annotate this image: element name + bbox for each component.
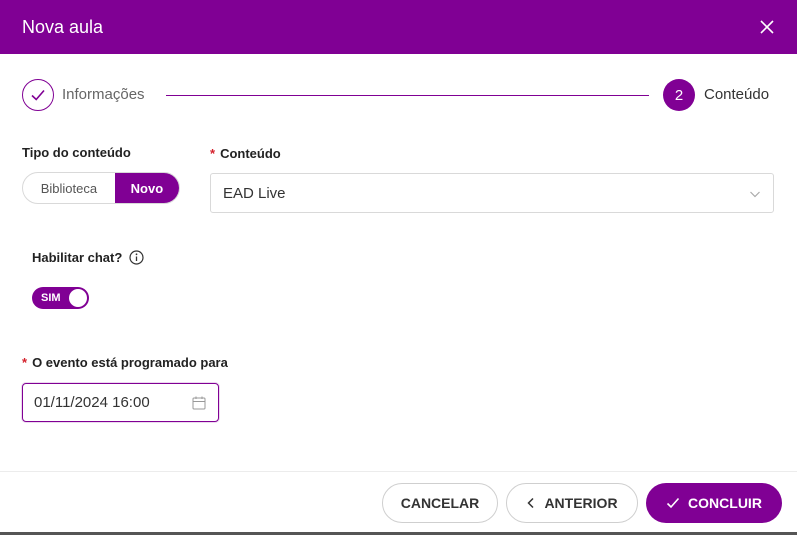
habilitar-chat-label: Habilitar chat? — [32, 250, 123, 265]
evento-label: * O evento está programado para — [22, 355, 228, 370]
calendar-icon — [192, 396, 206, 410]
evento-datetime-value: 01/11/2024 16:00 — [34, 394, 150, 411]
cancel-button-label: CANCELAR — [400, 495, 480, 511]
conteudo-label: * Conteúdo — [210, 146, 281, 161]
required-mark: * — [210, 146, 216, 161]
check-icon — [31, 89, 45, 101]
check-icon — [666, 497, 680, 509]
step-informacoes-indicator[interactable] — [22, 79, 54, 111]
new-class-modal: Nova aula Informações 2 Conteúdo Tipo do… — [0, 0, 797, 535]
chat-toggle-text: SIM — [41, 292, 61, 304]
toggle-knob — [69, 289, 87, 307]
step-connector — [166, 95, 649, 96]
step-conteudo-label: Conteúdo — [704, 86, 770, 103]
close-icon[interactable] — [757, 17, 777, 37]
finish-button[interactable]: CONCLUIR — [646, 483, 782, 523]
tipo-conteudo-segmented: Biblioteca Novo — [22, 172, 180, 204]
footer-divider — [0, 471, 797, 472]
modal-title: Nova aula — [22, 16, 104, 37]
cancel-button[interactable]: CANCELAR — [382, 483, 498, 523]
info-icon[interactable] — [129, 250, 144, 265]
chevron-left-icon — [527, 497, 534, 509]
chat-toggle[interactable]: SIM — [32, 287, 89, 309]
tipo-conteudo-label: Tipo do conteúdo — [22, 145, 131, 160]
conteudo-select[interactable]: EAD Live — [210, 173, 774, 213]
tipo-option-novo[interactable]: Novo — [114, 173, 179, 203]
previous-button[interactable]: ANTERIOR — [506, 483, 638, 523]
finish-button-label: CONCLUIR — [688, 495, 762, 511]
step-informacoes-label[interactable]: Informações — [62, 86, 145, 103]
required-mark: * — [22, 355, 28, 370]
tipo-option-biblioteca[interactable]: Biblioteca — [23, 173, 115, 203]
modal-header: Nova aula — [0, 0, 797, 54]
conteudo-label-text: Conteúdo — [220, 146, 281, 161]
previous-button-label: ANTERIOR — [544, 495, 618, 511]
step-conteudo-indicator: 2 — [663, 79, 695, 111]
conteudo-select-value: EAD Live — [223, 184, 286, 202]
chevron-down-icon — [750, 191, 760, 198]
stepper: Informações 2 Conteúdo — [22, 79, 774, 111]
evento-datetime-input[interactable]: 01/11/2024 16:00 — [22, 383, 219, 422]
evento-label-text: O evento está programado para — [32, 355, 228, 370]
